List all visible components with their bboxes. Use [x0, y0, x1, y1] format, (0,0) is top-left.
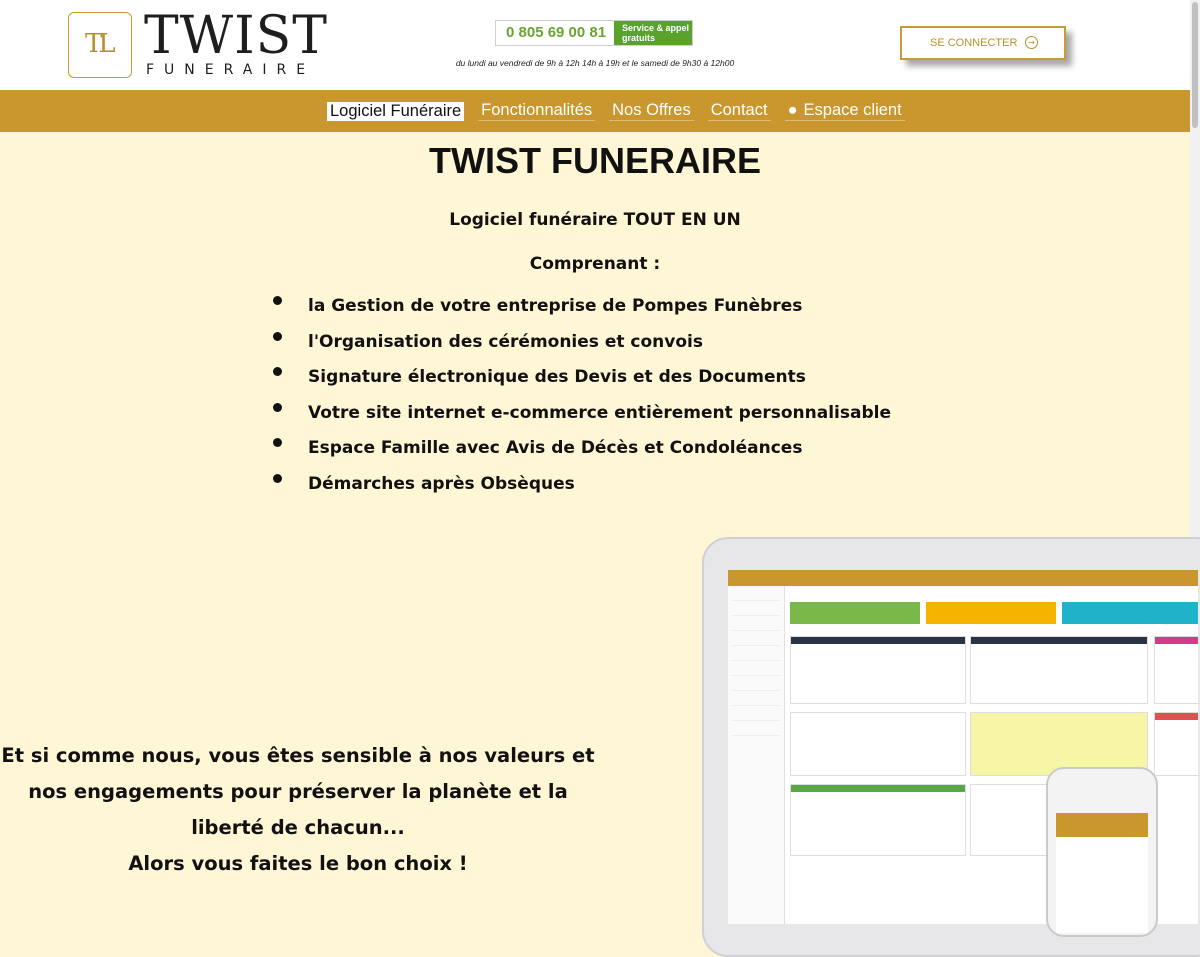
nav-item-fonctionnalites[interactable]: Fonctionnalités [478, 101, 596, 121]
logo-subtitle: FUNERAIRE [146, 62, 316, 78]
feature-text: Démarches après Obsèques [308, 473, 575, 494]
bullet-icon [273, 473, 282, 483]
logo-monogram-box: TL [68, 12, 132, 78]
nav-item-logiciel-funeraire[interactable]: Logiciel Funéraire [327, 101, 465, 121]
list-item: Démarches après Obsèques [270, 473, 891, 510]
mockup-panel [790, 636, 966, 704]
nav-item-espace-client-label: Espace client [803, 101, 902, 119]
mockup-tile-blue [1062, 602, 1198, 624]
features-intro: Comprenant : [529, 254, 661, 274]
nav-item-nos-offres[interactable]: Nos Offres [609, 101, 694, 121]
nav-list: Logiciel Funéraire Fonctionnalités Nos O… [327, 101, 919, 121]
nav-item-espace-client[interactable]: ● Espace client [784, 101, 905, 121]
user-icon: ● [787, 101, 798, 119]
mockup-panel [970, 636, 1148, 704]
bullet-icon [273, 402, 282, 412]
nav-item-contact[interactable]: Contact [707, 101, 771, 121]
arrow-circle-icon: → [1025, 36, 1038, 49]
mockup-topbar [728, 570, 1198, 586]
phone-mockup-screen [1056, 813, 1148, 933]
free-call-badge: Service & appel gratuits [614, 21, 692, 45]
tagline: Logiciel funéraire TOUT EN UN [449, 210, 741, 230]
main-navigation: Logiciel Funéraire Fonctionnalités Nos O… [0, 90, 1200, 132]
feature-text: la Gestion de votre entreprise de Pompes… [308, 296, 803, 316]
mockup-tile-yellow [926, 602, 1056, 624]
feature-text: Votre site internet e-commerce entièreme… [308, 402, 891, 423]
phone-mockup [1046, 767, 1158, 937]
feature-text: Signature électronique des Devis et des … [308, 367, 806, 387]
list-item: la Gestion de votre entreprise de Pompes… [270, 296, 891, 332]
bullet-icon [273, 367, 282, 376]
phone-banner[interactable]: 0 805 69 00 81 Service & appel gratuits [495, 20, 693, 46]
mockup-panel [790, 784, 966, 856]
mockup-panel [790, 712, 966, 776]
bullet-icon [273, 438, 282, 447]
scrollbar-thumb[interactable] [1192, 2, 1198, 128]
connect-button-label: SE CONNECTER [930, 37, 1018, 49]
good-choice-statement: Alors vous faites le bon choix ! [128, 852, 468, 875]
features-list: la Gestion de votre entreprise de Pompes… [270, 296, 891, 509]
bullet-icon [273, 331, 282, 341]
list-item: Signature électronique des Devis et des … [270, 367, 891, 403]
list-item: Espace Famille avec Avis de Décès et Con… [270, 438, 891, 474]
connect-button[interactable]: SE CONNECTER → [900, 26, 1066, 60]
phone-number: 0 805 69 00 81 [506, 24, 607, 41]
mockup-sidebar [728, 586, 785, 924]
page-title: TWIST FUNERAIRE [429, 140, 761, 181]
mockup-panel [1154, 712, 1198, 776]
mockup-panel [1154, 636, 1198, 704]
bullet-icon [273, 296, 282, 305]
phone-mockup-header [1056, 813, 1148, 837]
opening-hours: du lundi au vendredi de 9h à 12h 14h à 1… [455, 58, 735, 68]
values-statement: Et si comme nous, vous êtes sensible à n… [1, 744, 595, 839]
mockup-tile-green [790, 602, 920, 624]
logo-monogram: TL [85, 29, 116, 59]
logo-wordmark: TWIST [144, 6, 328, 66]
top-header: TL TWIST FUNERAIRE 0 805 69 00 81 Servic… [0, 0, 1200, 90]
list-item: Votre site internet e-commerce entièreme… [270, 402, 891, 439]
feature-text: l'Organisation des cérémonies et convois [308, 331, 703, 352]
feature-text: Espace Famille avec Avis de Décès et Con… [308, 438, 803, 458]
list-item: l'Organisation des cérémonies et convois [270, 331, 891, 368]
